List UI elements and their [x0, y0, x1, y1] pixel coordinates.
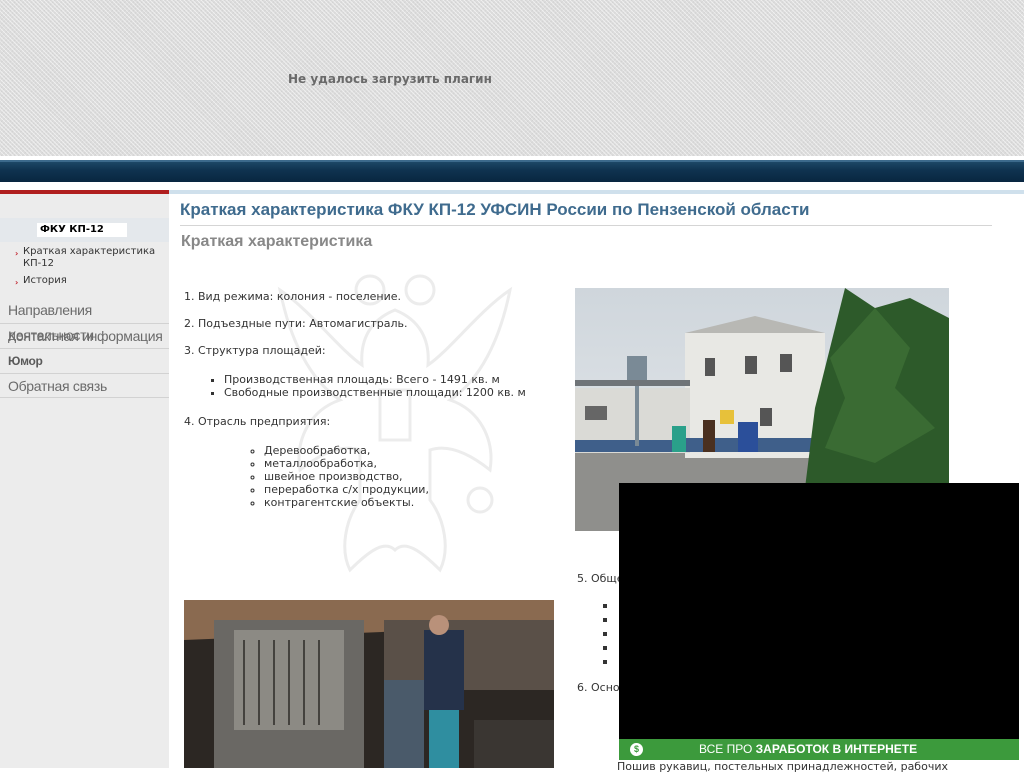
right-column-bullets	[603, 604, 607, 674]
section-title: Краткая характеристика	[181, 233, 373, 250]
sidebar-nav: Направления деятельности Контактная инфо…	[0, 298, 169, 398]
page-title: Краткая характеристика ФКУ КП-12 УФСИН Р…	[180, 200, 810, 219]
list-item: швейное производство,	[264, 470, 564, 483]
item-area-structure: 3. Структура площадей:	[184, 344, 326, 357]
right-column-bottom-text: Пошив рукавиц, постельных принадлежносте…	[617, 760, 948, 773]
site-logo[interactable]: ФКУ КП-12	[37, 223, 127, 237]
nav-item-feedback[interactable]: Обратная связь	[0, 373, 169, 398]
item-access-roads: 2. Подъездные пути: Автомагистраль.	[184, 317, 408, 330]
submenu-item-history[interactable]: › История	[0, 275, 169, 287]
ad-banner-text: ВСЕ ПРО ЗАРАБОТОК В ИНТЕРНЕТЕ	[699, 742, 918, 756]
content-accent-line	[169, 190, 1024, 194]
sidebar: ФКУ КП-12 › Краткая характеристика КП-12…	[0, 194, 169, 768]
item-industry: 4. Отрасль предприятия:	[184, 415, 331, 428]
nav-item-humor[interactable]: Юмор	[0, 348, 169, 373]
list-item: Свободные производственные площади: 1200…	[224, 386, 564, 399]
nav-item-activities[interactable]: Направления деятельности	[0, 298, 169, 343]
dollar-icon: $	[630, 743, 643, 756]
list-item: металлообработка,	[264, 457, 564, 470]
item-regime: 1. Вид режима: колония - поселение.	[184, 290, 402, 303]
list-item: переработка с/х продукции,	[264, 483, 564, 496]
sidebar-logo-row: ФКУ КП-12	[0, 218, 169, 242]
header-banner: Не удалось загрузить плагин	[0, 0, 1024, 156]
red-bullet-icon: ›	[15, 249, 19, 258]
item-6: 6. Осно	[577, 681, 620, 694]
title-divider	[180, 225, 992, 226]
industry-list: Деревообработка, металлообработка, швейн…	[264, 444, 564, 509]
header-stripe-blue	[0, 160, 1024, 182]
workshop-photo	[184, 600, 554, 768]
list-item: контрагентские объекты.	[264, 496, 564, 509]
nav-item-contacts[interactable]: Контактная информация	[0, 323, 169, 348]
plugin-error-message: Не удалось загрузить плагин	[288, 72, 492, 86]
sidebar-submenu: › Краткая характеристика КП-12 › История	[0, 246, 169, 292]
characteristics-content: 1. Вид режима: колония - поселение. 2. П…	[184, 290, 564, 509]
header-stripe-gap	[0, 182, 1024, 190]
ad-banner-bar[interactable]: $ ВСЕ ПРО ЗАРАБОТОК В ИНТЕРНЕТЕ	[619, 739, 1019, 760]
list-item: Деревообработка,	[264, 444, 564, 457]
list-item: Производственная площадь: Всего - 1491 к…	[224, 373, 564, 386]
submenu-item-characteristic[interactable]: › Краткая характеристика КП-12	[0, 246, 169, 270]
right-column-text: 5. Обще 6. Осно	[577, 572, 624, 694]
red-bullet-icon: ›	[15, 278, 19, 287]
video-ad-overlay[interactable]	[619, 483, 1019, 739]
item-5: 5. Обще	[577, 572, 624, 585]
area-list: Производственная площадь: Всего - 1491 к…	[224, 373, 564, 399]
